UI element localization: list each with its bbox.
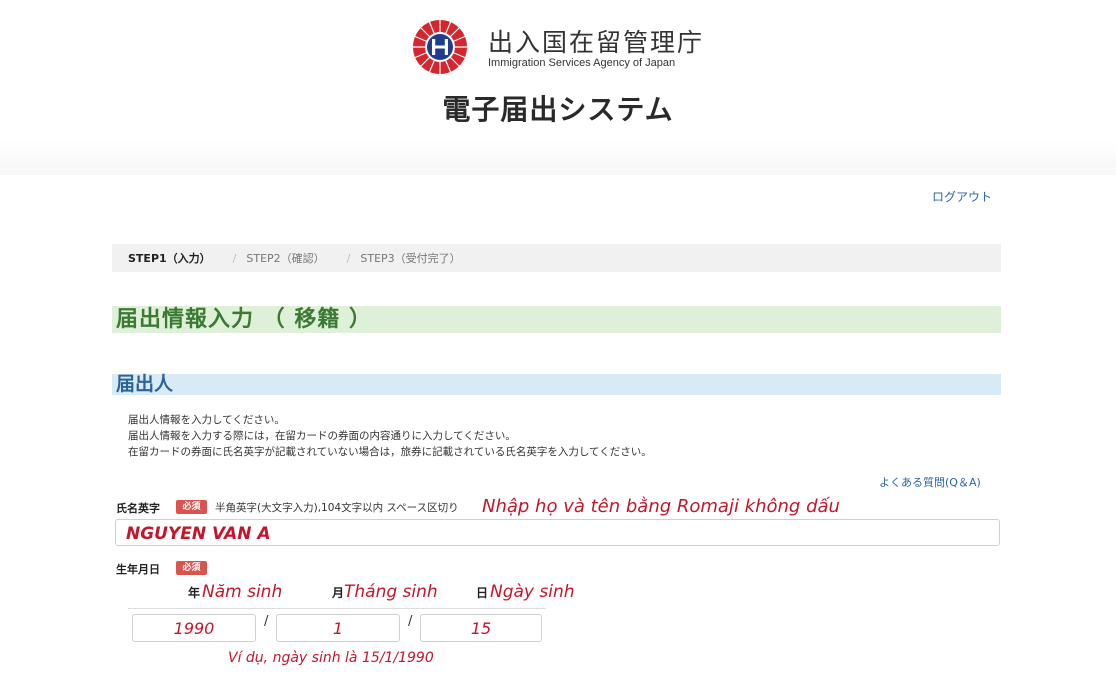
instruction-line: 届出人情報を入力してください。: [128, 414, 285, 426]
day-unit-label: 日: [476, 586, 489, 600]
agency-emblem-icon: [412, 19, 468, 75]
dob-field-label: 生年月日: [116, 563, 160, 576]
name-input[interactable]: NGUYEN VAN A: [115, 519, 1000, 546]
faq-link[interactable]: よくある質問(Q＆A): [879, 474, 981, 490]
name-annotation: Nhập họ và tên bằng Romaji không dấu: [482, 496, 840, 517]
required-badge: 必須: [176, 500, 207, 514]
system-title: 電子届出システム: [442, 93, 674, 126]
name-field-label: 氏名英字: [116, 502, 160, 515]
instruction-line: 届出人情報を入力する際には，在留カードの券面の内容通りに入力してください。: [128, 430, 516, 442]
step-separator: /: [232, 251, 237, 265]
year-input[interactable]: 1990: [132, 614, 256, 642]
step-breadcrumb: STEP1（入力） / STEP2（確認） / STEP3（受付完了）: [112, 244, 1001, 272]
agency-logo: 出入国在留管理庁 Immigration Services Agency of …: [410, 17, 710, 77]
dob-example-annotation: Ví dụ, ngày sinh là 15/1/1990: [228, 650, 434, 666]
agency-name-en: Immigration Services Agency of Japan: [488, 57, 676, 69]
month-annotation: Tháng sinh: [344, 582, 438, 602]
day-input[interactable]: 15: [420, 614, 542, 642]
month-unit-label: 月: [332, 586, 345, 600]
date-separator: /: [264, 614, 269, 629]
instructions: 届出人情報を入力してください。 届出人情報を入力する際には，在留カードの券面の内…: [128, 412, 652, 460]
name-field-hint: 半角英字(大文字入力),104文字以内 スペース区切り: [215, 502, 459, 514]
step-1: STEP1（入力）: [128, 252, 211, 265]
month-input[interactable]: 1: [276, 614, 400, 642]
applicant-section-title: 届出人: [112, 374, 1001, 395]
instruction-line: 在留カードの券面に氏名英字が記載されていない場合は，旅券に記載されている氏名英字…: [128, 446, 652, 458]
step-2: STEP2（確認）: [246, 252, 325, 265]
agency-name-jp: 出入国在留管理庁: [488, 28, 705, 57]
form-section-title: 届出情報入力 （ 移籍 ）: [112, 306, 1001, 333]
date-separator: /: [408, 614, 413, 629]
logout-link[interactable]: ログアウト: [932, 188, 992, 205]
day-annotation: Ngày sinh: [490, 582, 575, 602]
year-unit-label: 年: [188, 586, 201, 600]
required-badge: 必須: [176, 561, 207, 575]
name-input-value: NGUYEN VAN A: [126, 524, 271, 544]
year-annotation: Năm sinh: [202, 582, 283, 602]
step-separator: /: [346, 251, 351, 265]
dob-divider: [128, 608, 546, 609]
step-3: STEP3（受付完了）: [360, 252, 461, 265]
